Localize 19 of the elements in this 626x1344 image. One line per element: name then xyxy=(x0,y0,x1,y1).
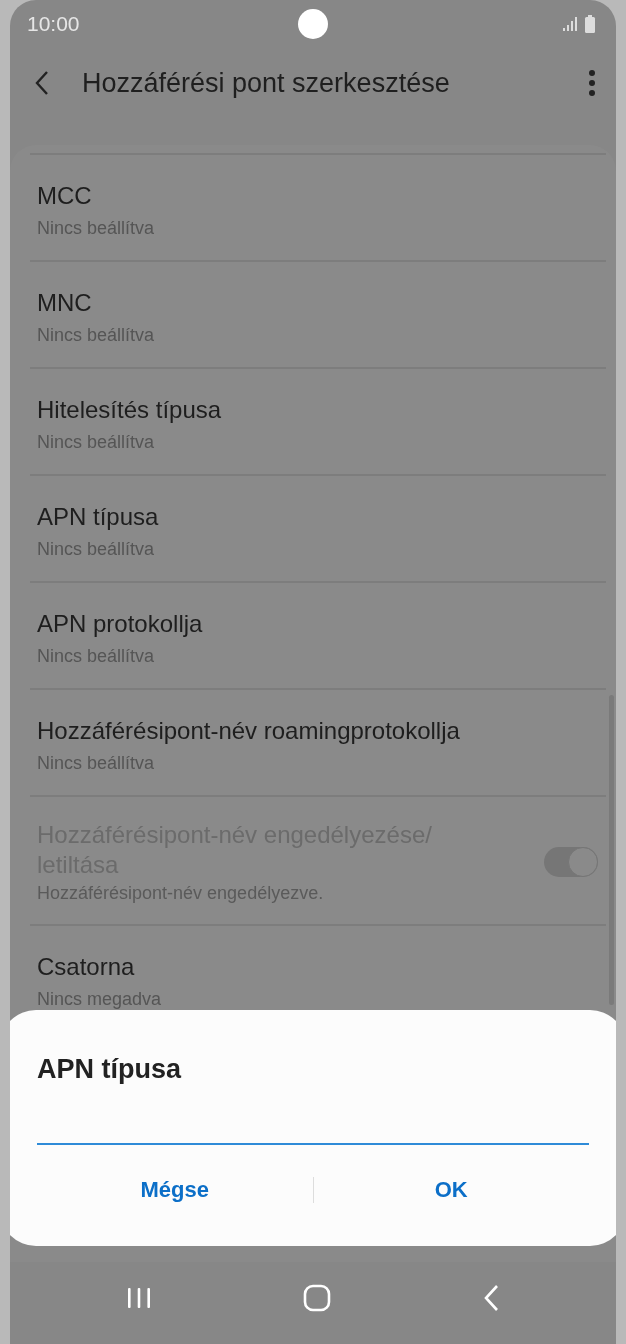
setting-title: MCC xyxy=(37,181,93,211)
dialog-button[interactable]: OK xyxy=(313,1163,589,1217)
recent-apps-icon[interactable] xyxy=(125,1286,152,1310)
page-title: Hozzáférési pont szerkesztése xyxy=(82,67,451,99)
camera-hole xyxy=(298,9,328,39)
dialog-title: APN típusa xyxy=(37,1054,183,1085)
status-time: 10:00 xyxy=(27,12,80,36)
setting-title: Hozzáférésipont-név roamingprotokollja xyxy=(37,716,461,746)
setting-title: APN protokollja xyxy=(37,609,204,639)
home-icon[interactable] xyxy=(303,1284,331,1312)
back-icon[interactable] xyxy=(482,1284,501,1312)
setting-title: MNC xyxy=(37,288,93,318)
signal-icon xyxy=(562,16,578,32)
setting-title: APN típusa xyxy=(37,502,160,532)
setting-title: Hitelesítés típusa xyxy=(37,395,223,425)
dialog-button[interactable]: Mégse xyxy=(37,1163,313,1217)
setting-title: Csatorna xyxy=(37,952,136,982)
more-options-icon[interactable] xyxy=(588,69,596,97)
battery-icon xyxy=(584,15,596,33)
